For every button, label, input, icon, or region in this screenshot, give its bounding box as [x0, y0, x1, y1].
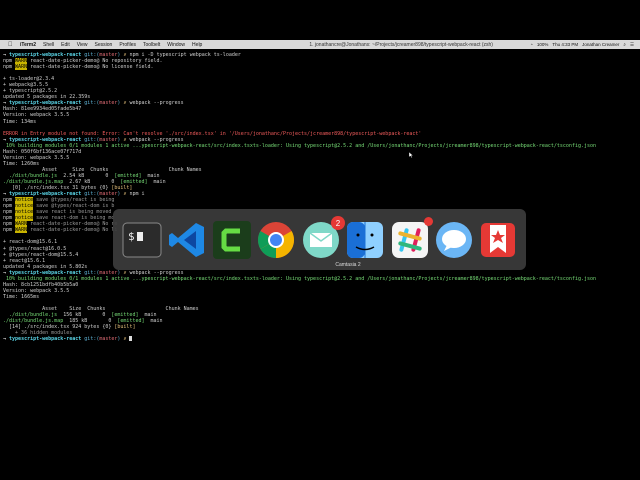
user-name[interactable]: Jonathan Creamer — [582, 42, 619, 47]
terminal-text: npm — [3, 64, 16, 71]
terminal-text: WARN — [15, 64, 28, 71]
terminal-text: typescript-webpack-react — [9, 336, 85, 343]
terminal-text: npm — [3, 227, 16, 234]
terminal-icon: $ — [122, 222, 162, 258]
menu-bar:  iTerm2 Shell Edit View Session Profile… — [0, 40, 640, 49]
terminal-text: git:( — [84, 100, 100, 107]
terminal-text: Time: 134ms — [3, 118, 37, 125]
app-finder[interactable] — [345, 220, 385, 260]
menu-item-window[interactable]: Window — [167, 42, 185, 48]
status-area: ◔ 100% Thu 4:33 PM Jonathan Creamer ⌕ ☰ — [530, 42, 640, 48]
app-vscode[interactable] — [167, 220, 207, 260]
mouse-pointer-icon — [409, 152, 414, 158]
camtasia-icon — [213, 221, 251, 259]
app-messages[interactable] — [434, 220, 474, 260]
app-switcher: $ 2 Camtasia 2 — [113, 209, 526, 270]
finder-icon — [347, 222, 383, 258]
terminal-text: master — [99, 336, 118, 343]
selected-app-label: Camtasia 2 — [335, 262, 361, 268]
app-mail[interactable]: 2 — [301, 216, 345, 260]
terminal-line: 10% building modules 0/1 modules 1 activ… — [3, 276, 640, 282]
app-wunderlist[interactable] — [478, 220, 518, 260]
terminal-text: Time: 1665ms — [3, 293, 40, 300]
menu-item-view[interactable]: View — [77, 42, 88, 48]
svg-text:$: $ — [128, 230, 135, 243]
wunderlist-icon — [481, 223, 515, 257]
app-chrome[interactable] — [256, 220, 296, 260]
menu-item-help[interactable]: Help — [192, 42, 202, 48]
window-title: 1. jonathancre@Jonathans: ~/Projects/jcr… — [309, 41, 493, 48]
terminal-text: webpack --progress — [129, 100, 184, 107]
mail-badge: 2 — [331, 216, 345, 230]
terminal-text: main — [147, 178, 166, 185]
terminal-text: master — [99, 100, 118, 107]
messages-icon — [436, 222, 472, 258]
terminal-cursor — [129, 336, 133, 342]
terminal-line: 10% building modules 0/1 modules 1 activ… — [3, 143, 640, 149]
terminal-text: 10% building modules 0/1 modules 1 activ… — [3, 275, 597, 282]
menu-item-app[interactable]: iTerm2 — [20, 42, 36, 48]
app-camtasia[interactable] — [212, 220, 252, 260]
terminal-text: WARN — [15, 227, 28, 234]
menu-item-toolbelt[interactable]: Toolbelt — [143, 42, 160, 48]
vscode-icon — [169, 223, 204, 257]
terminal-line: → typescript-webpack-react git:(master) … — [3, 336, 640, 342]
menu-item-profiles[interactable]: Profiles — [119, 42, 136, 48]
battery-level[interactable]: 100% — [537, 42, 549, 47]
slack-badge — [424, 217, 433, 226]
terminal-text: git:( — [84, 336, 100, 343]
menu-item-shell[interactable]: Shell — [43, 42, 54, 48]
wifi-icon[interactable]: ◔ — [530, 42, 533, 47]
terminal-text: [built] — [114, 324, 136, 331]
search-icon[interactable]: ⌕ — [623, 42, 626, 47]
terminal-text: 10% building modules 0/1 modules 1 activ… — [3, 142, 597, 149]
app-terminal[interactable]: $ — [122, 220, 162, 260]
terminal-text: react-date-picker-demo@ No li — [27, 227, 118, 234]
app-slack[interactable] — [390, 217, 433, 260]
terminal-text: react-date-picker-demo@ No license field… — [27, 64, 154, 71]
terminal-text: main — [144, 318, 163, 325]
menu-item-session[interactable]: Session — [95, 42, 113, 48]
clock[interactable]: Thu 4:33 PM — [552, 42, 578, 47]
apple-icon[interactable]:  — [8, 42, 14, 48]
notification-icon[interactable]: ☰ — [630, 42, 634, 48]
slack-icon — [392, 222, 428, 258]
menu-item-edit[interactable]: Edit — [61, 42, 70, 48]
chrome-icon — [257, 222, 295, 258]
terminal-text: npm i — [129, 191, 145, 198]
